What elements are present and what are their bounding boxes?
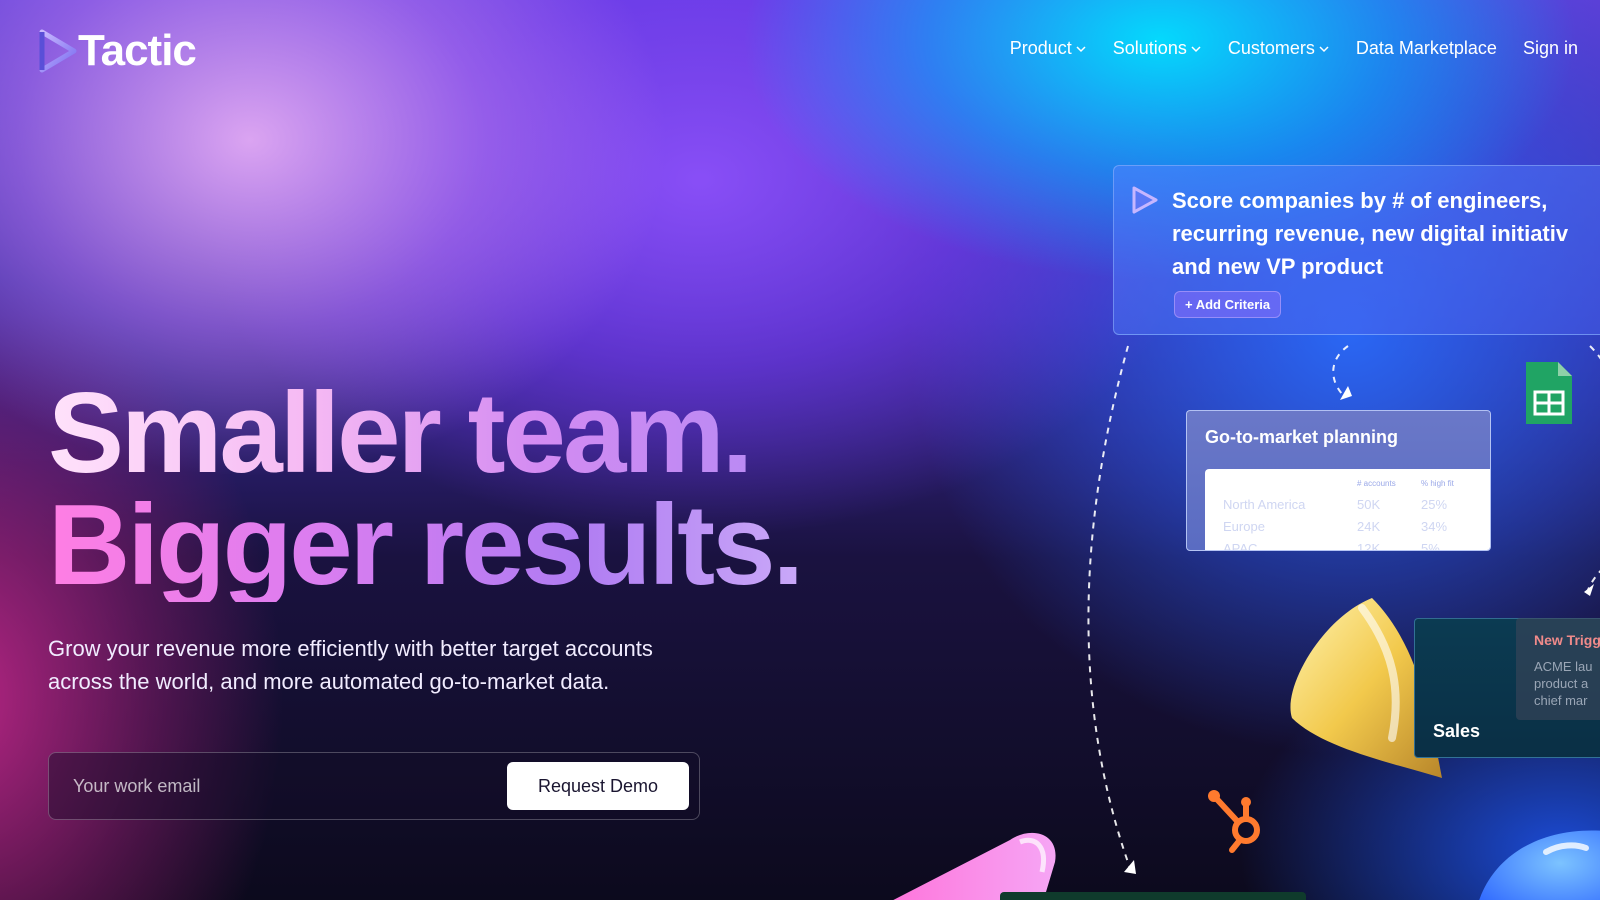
top-nav: Product Solutions Customers Data Marketp…	[984, 38, 1578, 59]
sales-label: Sales	[1433, 721, 1481, 741]
nav-customers-label: Customers	[1227, 38, 1315, 58]
nav-sign-in[interactable]: Sign in	[1523, 38, 1578, 59]
criteria-line-3: and new VP product	[1172, 254, 1384, 279]
gtm-row-accounts: 12K	[1357, 541, 1381, 551]
hero-title: Smaller team. Bigger results.	[48, 377, 804, 609]
gtm-row-region: North America	[1223, 497, 1306, 512]
criteria-text: Score companies by # of engineers, recur…	[1172, 184, 1600, 283]
criteria-line-1: Score companies by # of engineers,	[1172, 188, 1548, 213]
trigger-body-line-1: ACME lau	[1534, 659, 1593, 674]
gtm-row-accounts: 50K	[1357, 497, 1381, 512]
chevron-down-icon	[1319, 45, 1329, 52]
brand-name: Tactic	[78, 26, 197, 75]
nav-customers[interactable]: Customers	[1228, 38, 1330, 59]
gtm-row-accounts: 24K	[1357, 519, 1381, 534]
landing-page: Tactic Product Solutions Customers Data …	[0, 0, 1600, 900]
nav-product[interactable]: Product	[1010, 38, 1087, 59]
hero-title-line-2: Bigger results.	[48, 482, 804, 609]
add-criteria-button[interactable]: + Add Criteria	[1174, 291, 1282, 318]
tactic-play-icon	[1132, 186, 1158, 214]
nav-product-label: Product	[1009, 38, 1072, 58]
work-email-input[interactable]	[49, 753, 509, 819]
go-to-market-card: Go-to-market planning # accounts % high …	[1186, 410, 1491, 551]
gtm-header-accounts: # accounts	[1357, 479, 1396, 488]
gtm-title: Go-to-market planning	[1205, 427, 1398, 447]
trigger-body-line-2: product a	[1534, 676, 1589, 691]
decorative-pink-shape	[893, 832, 1056, 900]
tactic-logo-icon	[39, 29, 77, 73]
hero-subtitle-line-2: across the world, and more automated go-…	[48, 669, 610, 694]
gtm-row-fit: 25%	[1421, 497, 1448, 512]
gtm-row-region: APAC	[1223, 541, 1258, 551]
gtm-row-region: Europe	[1223, 519, 1265, 534]
nav-data-marketplace[interactable]: Data Marketplace	[1356, 38, 1497, 59]
request-demo-button[interactable]: Request Demo	[507, 762, 689, 810]
trigger-body-line-3: chief mar	[1534, 693, 1588, 708]
hero-title-line-1: Smaller team.	[48, 377, 801, 491]
trigger-body: ACME lau product a chief mar	[1534, 658, 1600, 709]
demo-signup-form: Request Demo	[48, 752, 700, 820]
hubspot-icon	[1208, 790, 1260, 853]
gtm-row-fit: 5%	[1421, 541, 1440, 551]
hero-subtitle-line-1: Grow your revenue more efficiently with …	[48, 636, 653, 661]
google-sheets-icon	[1526, 362, 1572, 424]
hero-subtitle: Grow your revenue more efficiently with …	[48, 632, 808, 698]
decorative-green-bar	[1000, 892, 1306, 900]
logo[interactable]: Tactic	[38, 26, 197, 75]
gtm-table: # accounts % high fit North America 50K …	[1205, 469, 1490, 551]
chevron-down-icon	[1191, 45, 1201, 52]
gtm-header-fit: % high fit	[1421, 479, 1454, 488]
scoring-criteria-card: Score companies by # of engineers, recur…	[1113, 165, 1600, 335]
criteria-line-2: recurring revenue, new digital initiativ	[1172, 221, 1569, 246]
trigger-title: New Trigg	[1534, 632, 1600, 648]
gtm-row-fit: 34%	[1421, 519, 1448, 534]
new-trigger-card: New Trigg ACME lau product a chief mar	[1516, 618, 1600, 720]
chevron-down-icon	[1076, 45, 1086, 52]
nav-solutions-label: Solutions	[1112, 38, 1187, 58]
decorative-blue-shape	[1479, 830, 1600, 900]
nav-solutions[interactable]: Solutions	[1113, 38, 1202, 59]
